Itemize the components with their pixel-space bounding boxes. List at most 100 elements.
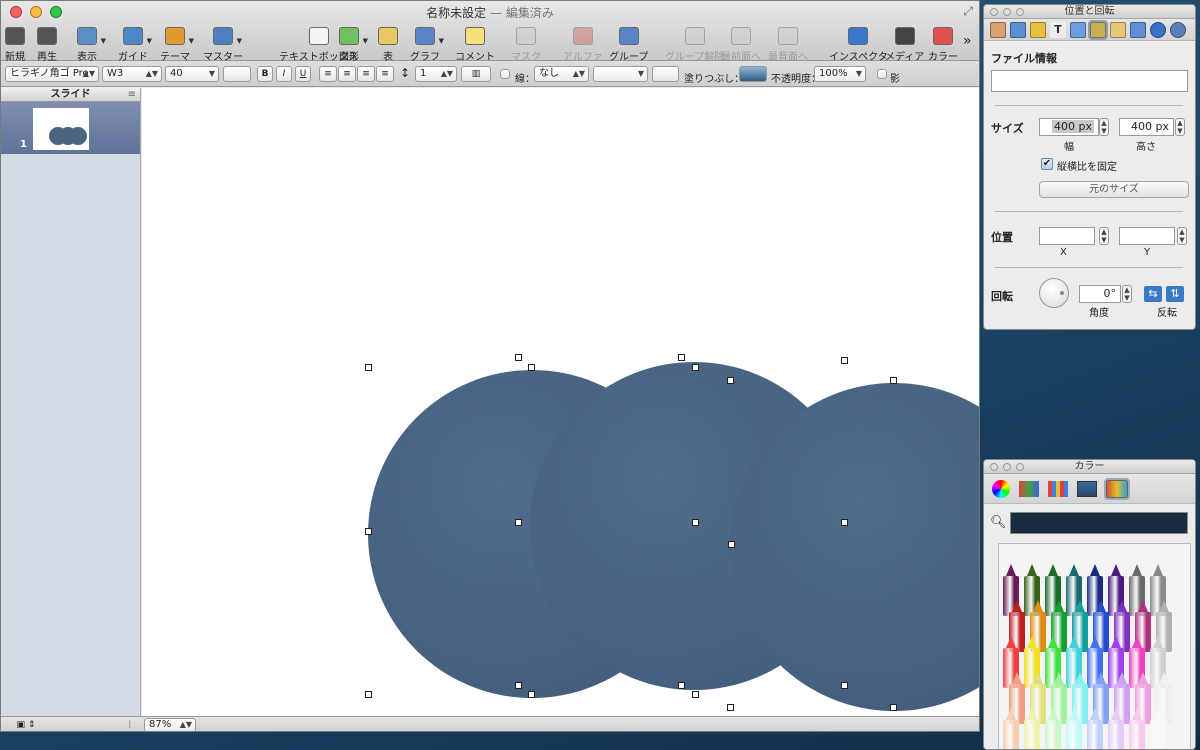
rotation-wheel[interactable] (1039, 278, 1069, 308)
x-stepper[interactable]: ▲ ▼ (1099, 227, 1109, 245)
view-mode-icon[interactable]: ▣ ⇕ (11, 718, 41, 731)
selection-handle[interactable] (841, 519, 848, 526)
panel-window-controls[interactable] (990, 463, 1024, 471)
view-toolbar-button[interactable]: ▼ 表示 (77, 27, 106, 63)
theme-toolbar-button[interactable]: ▼ テーマ (160, 27, 194, 63)
shape-toolbar-button[interactable]: ▼ 図形 (339, 27, 368, 63)
image-palettes-icon[interactable] (1077, 480, 1097, 497)
columns-icon[interactable]: ▥ (461, 66, 491, 82)
bold-button[interactable]: B (257, 66, 273, 82)
flip-horizontal-icon[interactable]: ⇆ (1144, 286, 1162, 302)
angle-stepper[interactable]: ▲ ▼ (1122, 285, 1132, 303)
selection-handle[interactable] (728, 541, 735, 548)
text-color-well[interactable] (223, 66, 251, 82)
new-toolbar-button[interactable]: 新規 (5, 27, 25, 63)
font-family-select[interactable]: ヒラギノ角ゴ Pro ▲▼ (5, 66, 99, 82)
back-toolbar-button[interactable]: 最背面へ (768, 27, 808, 63)
colors-toolbar-button[interactable]: カラー (928, 27, 958, 63)
crayon-swatch[interactable] (1003, 708, 1019, 749)
text-inspector-icon[interactable]: T (1050, 21, 1066, 38)
line-spacing-icon[interactable]: ↕ (399, 66, 411, 82)
align-left-icon[interactable]: ≡ (319, 66, 337, 82)
graphic-inspector-icon[interactable] (1070, 21, 1086, 38)
chart-toolbar-button[interactable]: ▼ グラフ (410, 27, 444, 63)
color-wheel-icon[interactable] (992, 479, 1010, 498)
selection-handle[interactable] (528, 691, 535, 698)
selection-handle[interactable] (841, 357, 848, 364)
group-toolbar-button[interactable]: グループ (609, 27, 648, 63)
selection-handle[interactable] (890, 377, 897, 384)
current-color-well[interactable] (1010, 512, 1188, 534)
crayon-swatch[interactable] (1024, 708, 1040, 749)
stroke-style-select[interactable]: なし ▲▼ (534, 66, 589, 82)
slide-inspector-icon[interactable] (1010, 21, 1026, 38)
crayon-swatch[interactable] (1045, 708, 1061, 749)
panel-window-controls[interactable] (990, 8, 1024, 16)
front-toolbar-button[interactable]: 最前面へ (721, 27, 761, 63)
stroke-color-well[interactable] (652, 66, 679, 82)
selection-handle[interactable] (890, 704, 897, 711)
comment-toolbar-button[interactable]: コメント (455, 27, 495, 63)
alpha-toolbar-button[interactable]: アルファ (563, 27, 603, 63)
align-right-icon[interactable]: ≡ (357, 66, 375, 82)
slide-canvas[interactable] (142, 88, 979, 716)
height-stepper[interactable]: ▲ ▼ (1175, 118, 1185, 136)
crayon-swatch[interactable] (1087, 708, 1103, 749)
chart-inspector-icon[interactable] (1130, 21, 1146, 38)
play-toolbar-button[interactable]: 再生 (37, 27, 57, 63)
font-size-field[interactable]: 40 ▼ (165, 66, 219, 82)
crayon-swatch[interactable] (1150, 708, 1166, 749)
resize-grip-icon[interactable]: ≡ (128, 88, 136, 101)
angle-field[interactable]: 0° (1079, 285, 1121, 303)
original-size-button[interactable]: 元のサイズ (1039, 181, 1189, 198)
y-stepper[interactable]: ▲ ▼ (1177, 227, 1187, 245)
mask-toolbar-button[interactable]: マスク (511, 27, 541, 63)
selection-handle[interactable] (365, 691, 372, 698)
crayon-swatch[interactable] (1108, 708, 1124, 749)
inspector-toolbar-button[interactable]: インスペクタ (829, 27, 888, 63)
selection-handle[interactable] (727, 377, 734, 384)
selection-handle[interactable] (692, 364, 699, 371)
selection-handle[interactable] (692, 691, 699, 698)
master-toolbar-button[interactable]: ▼ マスター (203, 27, 243, 63)
flip-vertical-icon[interactable]: ⇅ (1166, 286, 1184, 302)
quicktime-inspector-icon[interactable] (1170, 21, 1186, 38)
selection-handle[interactable] (515, 519, 522, 526)
selection-handle[interactable] (692, 519, 699, 526)
width-field[interactable]: 400 px (1039, 118, 1099, 136)
slide-thumbnail-row[interactable]: 1 (1, 102, 140, 154)
shadow-checkbox[interactable] (877, 69, 887, 79)
selection-handle[interactable] (365, 364, 372, 371)
position-x-field[interactable] (1039, 227, 1095, 245)
selection-handle[interactable] (727, 704, 734, 711)
selection-handle[interactable] (365, 528, 372, 535)
underline-button[interactable]: U (295, 66, 311, 82)
align-justify-icon[interactable]: ≡ (376, 66, 394, 82)
position-y-field[interactable] (1119, 227, 1175, 245)
slide-thumbnail[interactable] (33, 108, 89, 150)
ungroup-toolbar-button[interactable]: グループ解除 (665, 27, 724, 63)
crayon-swatch[interactable] (1129, 708, 1145, 749)
font-weight-select[interactable]: W3 ▲▼ (102, 66, 162, 82)
metrics-inspector-icon[interactable] (1088, 19, 1108, 40)
lock-ratio-checkbox[interactable]: ✔ (1041, 158, 1053, 170)
hyperlink-inspector-icon[interactable] (1150, 21, 1166, 38)
color-sliders-icon[interactable] (1019, 480, 1039, 497)
table-inspector-icon[interactable] (1110, 21, 1126, 38)
align-center-icon[interactable]: ≡ (338, 66, 356, 82)
height-field[interactable]: 400 px (1119, 118, 1174, 136)
toolbar-overflow-icon[interactable]: » (963, 33, 972, 49)
guide-toolbar-button[interactable]: ▼ ガイド (118, 27, 152, 63)
color-palettes-icon[interactable] (1048, 480, 1068, 497)
table-toolbar-button[interactable]: 表 (378, 27, 398, 63)
file-info-field[interactable] (991, 70, 1188, 92)
fill-well[interactable] (739, 66, 767, 82)
width-stepper[interactable]: ▲ ▼ (1099, 118, 1109, 136)
selection-handle[interactable] (515, 682, 522, 689)
stroke-width-select[interactable]: ▼ (593, 66, 648, 82)
splitter-grip-icon[interactable]: ⁞ (128, 718, 132, 731)
crayon-swatch[interactable] (1066, 708, 1082, 749)
fullscreen-icon[interactable]: ⤢ (963, 4, 973, 19)
media-toolbar-button[interactable]: メディア (885, 27, 924, 63)
document-inspector-icon[interactable] (990, 21, 1006, 38)
